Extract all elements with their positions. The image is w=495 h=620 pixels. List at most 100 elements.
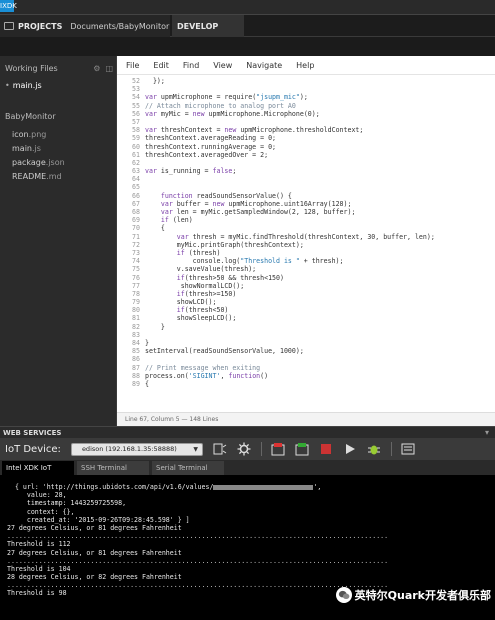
code-line[interactable]: 71 var thresh = myMic.findThreshold(thre… bbox=[117, 233, 495, 241]
code-line[interactable]: 77 showNormalLCD(); bbox=[117, 282, 495, 290]
code-line[interactable]: 61 threshContext.averagedOver = 2; bbox=[117, 151, 495, 159]
code-line[interactable]: 56 var myMic = new upmMicrophone.Micropho… bbox=[117, 110, 495, 118]
web-services-title[interactable]: WEB SERVICES bbox=[3, 429, 61, 437]
projects-tab[interactable]: PROJECTS Documents/BabyMonitor bbox=[0, 15, 170, 37]
build-upload-icon[interactable] bbox=[295, 442, 310, 457]
code-editor[interactable]: File Edit Find View Navigate Help 52 });… bbox=[117, 56, 495, 426]
line-content[interactable]: setInterval(readSoundSensorValue, 1000); bbox=[145, 347, 304, 355]
code-line[interactable]: 66 function readSoundSensorValue() { bbox=[117, 192, 495, 200]
code-line[interactable]: 69 if (len) bbox=[117, 216, 495, 224]
line-content[interactable]: if(thresh>50 && thresh<150) bbox=[145, 274, 284, 282]
project-folder-title[interactable]: BabyMonitor bbox=[5, 112, 56, 121]
tab-ssh-terminal[interactable]: SSH Terminal bbox=[77, 461, 149, 475]
line-content[interactable]: } bbox=[145, 339, 149, 347]
code-line[interactable]: 70 { bbox=[117, 224, 495, 232]
code-line[interactable]: 78 if(thresh>=150) bbox=[117, 290, 495, 298]
tab-intel-xdk-iot[interactable]: Intel XDK IoT bbox=[2, 461, 74, 475]
file-readme-md[interactable]: README.md bbox=[12, 172, 62, 181]
menu-help[interactable]: Help bbox=[296, 61, 314, 70]
code-line[interactable]: 65 bbox=[117, 183, 495, 191]
menu-find[interactable]: Find bbox=[183, 61, 199, 70]
code-line[interactable]: 80 if(thresh<50) bbox=[117, 306, 495, 314]
code-line[interactable]: 52 }); bbox=[117, 77, 495, 85]
code-line[interactable]: 84} bbox=[117, 339, 495, 347]
code-line[interactable]: 86 bbox=[117, 355, 495, 363]
code-line[interactable]: 87 // Print message when exiting bbox=[117, 364, 495, 372]
line-content[interactable]: if(thresh>=150) bbox=[145, 290, 237, 298]
code-line[interactable]: 58 var threshContext = new upmMicrophone.… bbox=[117, 126, 495, 134]
code-line[interactable]: 68 var len = myMic.getSampledWindow(2, 1… bbox=[117, 208, 495, 216]
line-content[interactable]: var threshContext = new upmMicrophone.th… bbox=[145, 126, 363, 134]
code-line[interactable]: 76 if(thresh>50 && thresh<150) bbox=[117, 274, 495, 282]
code-line[interactable]: 88 process.on('SIGINT', function() bbox=[117, 372, 495, 380]
file-package-json[interactable]: package.json bbox=[12, 158, 65, 167]
line-content[interactable]: if(thresh<50) bbox=[145, 306, 229, 314]
code-line[interactable]: 74 console.log("Threshold is " + thresh)… bbox=[117, 257, 495, 265]
code-line[interactable]: 64 bbox=[117, 175, 495, 183]
line-content[interactable]: if (len) bbox=[145, 216, 193, 224]
manage-daemon-icon[interactable] bbox=[213, 442, 228, 457]
code-line[interactable]: 72 myMic.printGraph(threshContext); bbox=[117, 241, 495, 249]
code-line[interactable]: 59 threshContext.averageReading = 0; bbox=[117, 134, 495, 142]
gear-icon[interactable]: ⚙ bbox=[93, 64, 100, 73]
code-line[interactable]: 53 bbox=[117, 85, 495, 93]
line-content[interactable]: } bbox=[145, 323, 165, 331]
code-line[interactable]: 83 bbox=[117, 331, 495, 339]
line-content[interactable]: { bbox=[145, 224, 165, 232]
split-icon[interactable]: ◫ bbox=[105, 64, 113, 73]
line-content[interactable]: // Print message when exiting bbox=[145, 364, 260, 372]
app-logo[interactable]: IXDK bbox=[0, 0, 17, 12]
menu-file[interactable]: File bbox=[126, 61, 139, 70]
menu-navigate[interactable]: Navigate bbox=[246, 61, 282, 70]
file-icon-png[interactable]: icon.png bbox=[12, 130, 46, 139]
line-content[interactable]: var is_running = false; bbox=[145, 167, 236, 175]
file-main-js[interactable]: main.js bbox=[12, 144, 41, 153]
debug-icon[interactable] bbox=[367, 442, 382, 457]
menu-view[interactable]: View bbox=[213, 61, 232, 70]
line-content[interactable]: var buffer = new upmMicrophone.uint16Arr… bbox=[145, 200, 352, 208]
line-content[interactable]: showNormalLCD(); bbox=[145, 282, 245, 290]
line-content[interactable]: showSleepLCD(); bbox=[145, 314, 237, 322]
line-content[interactable]: showLCD(); bbox=[145, 298, 217, 306]
line-content[interactable]: var thresh = myMic.findThreshold(threshC… bbox=[145, 233, 435, 241]
tab-serial-terminal[interactable]: Serial Terminal bbox=[152, 461, 224, 475]
menu-edit[interactable]: Edit bbox=[153, 61, 169, 70]
line-content[interactable]: threshContext.averagedOver = 2; bbox=[145, 151, 268, 159]
line-content[interactable]: function readSoundSensorValue() { bbox=[145, 192, 292, 200]
line-content[interactable]: var myMic = new upmMicrophone.Microphone… bbox=[145, 110, 320, 118]
code-area[interactable]: 52 }); 53 54 var upmMicrophone = require("j… bbox=[117, 77, 495, 412]
code-line[interactable]: 54 var upmMicrophone = require("jsupm_mic… bbox=[117, 93, 495, 101]
device-select[interactable]: edison (192.168.1.35:58888) ▼ bbox=[70, 442, 203, 456]
line-content[interactable]: process.on('SIGINT', function() bbox=[145, 372, 268, 380]
run-icon[interactable] bbox=[343, 442, 358, 457]
code-line[interactable]: 67 var buffer = new upmMicrophone.uint16… bbox=[117, 200, 495, 208]
tab-develop[interactable]: DEVELOP bbox=[172, 15, 244, 37]
line-content[interactable]: threshContext.runningAverage = 0; bbox=[145, 143, 276, 151]
line-content[interactable]: console.log("Threshold is " + thresh); bbox=[145, 257, 344, 265]
chevron-down-icon[interactable]: ▾ bbox=[485, 428, 489, 437]
line-content[interactable]: var len = myMic.getSampledWindow(2, 128,… bbox=[145, 208, 356, 216]
upload-icon[interactable] bbox=[271, 442, 286, 457]
line-content[interactable]: threshContext.averageReading = 0; bbox=[145, 134, 276, 142]
line-content[interactable]: var upmMicrophone = require("jsupm_mic")… bbox=[145, 93, 308, 101]
code-line[interactable]: 75 v.saveValue(thresh); bbox=[117, 265, 495, 273]
settings-gear-icon[interactable] bbox=[237, 442, 252, 457]
list-icon[interactable] bbox=[401, 442, 416, 457]
code-line[interactable]: 89 { bbox=[117, 380, 495, 388]
line-content[interactable]: myMic.printGraph(threshContext); bbox=[145, 241, 304, 249]
line-content[interactable]: // Attach microphone to analog port A0 bbox=[145, 102, 296, 110]
line-content[interactable]: if (thresh) bbox=[145, 249, 221, 257]
code-line[interactable]: 82 } bbox=[117, 323, 495, 331]
line-content[interactable]: { bbox=[145, 380, 149, 388]
stop-icon[interactable] bbox=[319, 442, 334, 457]
code-line[interactable]: 63 var is_running = false; bbox=[117, 167, 495, 175]
working-file-main-js[interactable]: • main.js bbox=[5, 81, 42, 90]
code-line[interactable]: 55 // Attach microphone to analog port A0 bbox=[117, 102, 495, 110]
code-line[interactable]: 81 showSleepLCD(); bbox=[117, 314, 495, 322]
code-line[interactable]: 60 threshContext.runningAverage = 0; bbox=[117, 143, 495, 151]
line-content[interactable]: v.saveValue(thresh); bbox=[145, 265, 256, 273]
line-content[interactable]: }); bbox=[145, 77, 165, 85]
code-line[interactable]: 62 bbox=[117, 159, 495, 167]
code-line[interactable]: 79 showLCD(); bbox=[117, 298, 495, 306]
code-line[interactable]: 85 setInterval(readSoundSensorValue, 1000… bbox=[117, 347, 495, 355]
